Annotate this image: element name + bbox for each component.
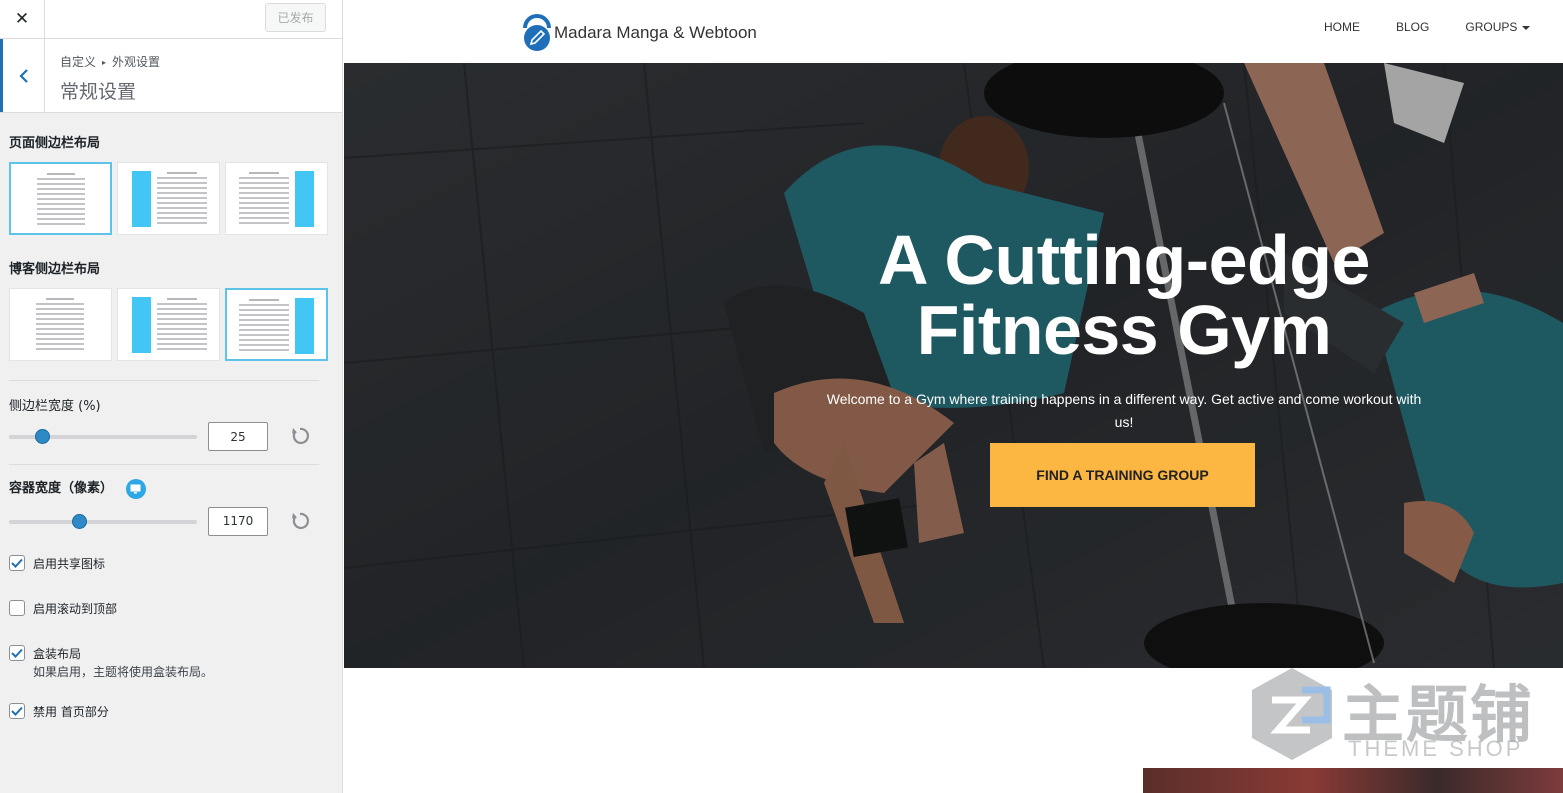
container-width-track[interactable] bbox=[9, 519, 197, 524]
find-training-group-button[interactable]: FIND A TRAINING GROUP bbox=[990, 443, 1255, 507]
desktop-device-icon[interactable] bbox=[125, 478, 146, 499]
share-icons-option[interactable]: 启用共享图标 bbox=[9, 554, 332, 573]
section-header: 自定义 ▸ 外观设置 常规设置 bbox=[0, 39, 342, 113]
main-menu: HOME BLOG GROUPS AE bbox=[1324, 20, 1563, 34]
boxed-layout-description: 如果启用，主题将使用盒装布局。 bbox=[33, 664, 214, 679]
menu-item-home[interactable]: HOME bbox=[1324, 20, 1360, 34]
container-width-input[interactable]: 1170 bbox=[208, 506, 268, 536]
watermark-subtext: THEME SHOP bbox=[1348, 736, 1524, 761]
scroll-top-label: 启用滚动到顶部 bbox=[33, 601, 118, 616]
caret-down-icon bbox=[1522, 25, 1531, 30]
sidebar-width-slider-handle[interactable] bbox=[35, 429, 50, 444]
hero-title-line-1: A Cutting-edge bbox=[878, 221, 1371, 299]
boxed-layout-label: 盒装布局 bbox=[33, 646, 82, 661]
container-width-control: 1170 bbox=[9, 505, 332, 539]
watermark-logo-icon bbox=[1252, 668, 1332, 760]
page-layout-left-sidebar[interactable] bbox=[117, 162, 220, 235]
menu-item-groups-label: GROUPS bbox=[1465, 20, 1518, 34]
customizer-sidebar: ✕ 已发布 自定义 ▸ 外观设置 常规设置 页面侧边栏布局 博客侧边栏布局 侧边… bbox=[0, 0, 343, 793]
site-preview: Madara Manga & Webtoon HOME BLOG GROUPS … bbox=[344, 0, 1563, 793]
share-icons-label: 启用共享图标 bbox=[33, 556, 106, 571]
scroll-top-checkbox[interactable] bbox=[9, 599, 25, 616]
site-navbar: Madara Manga & Webtoon HOME BLOG GROUPS … bbox=[344, 0, 1563, 63]
page-layout-right-sidebar[interactable] bbox=[225, 162, 328, 235]
hero-title: A Cutting-edge Fitness Gym bbox=[764, 225, 1484, 365]
controls-panel: 页面侧边栏布局 博客侧边栏布局 侧边栏宽度 (%) 25 容器宽度（像素） 11… bbox=[0, 132, 342, 721]
publish-button[interactable]: 已发布 bbox=[265, 3, 326, 32]
hero-title-line-2: Fitness Gym bbox=[916, 291, 1332, 369]
customizer-header-bar: ✕ 已发布 bbox=[0, 0, 342, 39]
menu-item-blog[interactable]: BLOG bbox=[1396, 20, 1429, 34]
breadcrumb: 自定义 ▸ 外观设置 bbox=[60, 53, 160, 70]
menu-item-groups[interactable]: GROUPS bbox=[1465, 20, 1531, 34]
blog-layout-right-sidebar[interactable] bbox=[225, 288, 328, 361]
scroll-top-option[interactable]: 启用滚动到顶部 bbox=[9, 599, 332, 618]
disable-home-sections-option[interactable]: 禁用 首页部分 bbox=[9, 702, 332, 721]
reset-icon[interactable] bbox=[290, 510, 310, 532]
content-thumbnail-image bbox=[1143, 768, 1563, 793]
close-icon[interactable]: ✕ bbox=[0, 0, 45, 38]
breadcrumb-root: 自定义 bbox=[60, 55, 97, 69]
back-button[interactable] bbox=[0, 39, 45, 112]
section-title: 常规设置 bbox=[60, 81, 137, 103]
sidebar-width-label: 侧边栏宽度 (%) bbox=[9, 399, 101, 414]
breadcrumb-separator-icon: ▸ bbox=[102, 58, 107, 67]
container-width-heading: 容器宽度（像素） bbox=[9, 477, 332, 499]
share-icons-checkbox[interactable] bbox=[9, 554, 25, 571]
blog-layout-no-sidebar[interactable] bbox=[9, 288, 112, 361]
container-width-slider-handle[interactable] bbox=[72, 513, 87, 529]
blog-layout-left-sidebar[interactable] bbox=[117, 288, 220, 361]
sidebar-width-input[interactable]: 25 bbox=[208, 422, 268, 451]
site-brand[interactable]: Madara Manga & Webtoon bbox=[523, 14, 757, 52]
site-title: Madara Manga & Webtoon bbox=[554, 23, 757, 42]
disable-home-sections-label: 禁用 首页部分 bbox=[33, 704, 109, 719]
divider bbox=[9, 464, 319, 465]
chevron-left-icon bbox=[18, 68, 28, 83]
divider bbox=[9, 380, 319, 381]
disable-home-sections-checkbox[interactable] bbox=[9, 702, 25, 719]
hero-subtitle: Welcome to a Gym where training happens … bbox=[826, 391, 1422, 430]
boxed-layout-checkbox[interactable] bbox=[9, 644, 25, 661]
hero-banner: A Cutting-edge Fitness Gym Welcome to a … bbox=[344, 63, 1563, 668]
site-logo-icon bbox=[523, 14, 551, 51]
reset-icon[interactable] bbox=[290, 425, 310, 447]
container-width-label: 容器宽度（像素） bbox=[9, 481, 114, 496]
blog-layout-options bbox=[9, 288, 332, 361]
page-layout-options bbox=[9, 162, 332, 235]
sidebar-width-control: 25 bbox=[9, 420, 332, 454]
blog-layout-label: 博客侧边栏布局 bbox=[9, 262, 101, 277]
theme-shop-watermark: 主题铺 THEME SHOP bbox=[1242, 660, 1542, 770]
boxed-layout-option[interactable]: 盒装布局 如果启用，主题将使用盒装布局。 bbox=[9, 644, 332, 681]
page-layout-no-sidebar[interactable] bbox=[9, 162, 112, 235]
page-layout-label: 页面侧边栏布局 bbox=[9, 136, 101, 151]
breadcrumb-section: 外观设置 bbox=[112, 55, 161, 69]
